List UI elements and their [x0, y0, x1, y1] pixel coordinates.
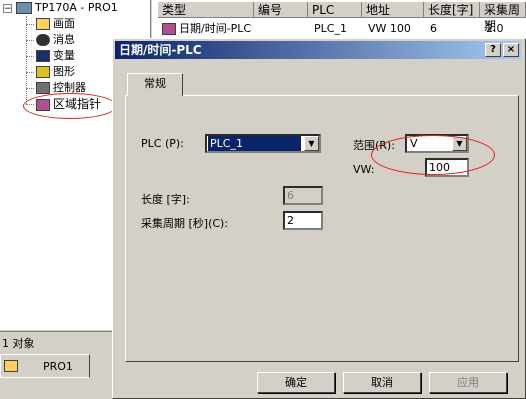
- annotation-ellipse: [371, 135, 495, 175]
- length-label: 长度 [字]:: [141, 193, 190, 206]
- tree-root[interactable]: TP170A - PRO1: [16, 0, 118, 16]
- apply-button[interactable]: 应用: [429, 372, 507, 393]
- col-header-length[interactable]: 长度[字]: [424, 2, 480, 18]
- period-label: 采集周期 [秒](C):: [141, 217, 229, 230]
- tree-item-graphics[interactable]: 图形: [36, 64, 75, 80]
- cell-plc[interactable]: PLC_1: [310, 21, 347, 37]
- tab-pro1[interactable]: PRO1: [0, 354, 90, 378]
- col-header-type[interactable]: 类型: [158, 2, 254, 18]
- ok-button[interactable]: 确定: [257, 372, 335, 393]
- col-header-period[interactable]: 采集周期: [480, 2, 526, 33]
- annotation-ellipse: [23, 93, 117, 119]
- cell-period[interactable]: 2.0: [482, 21, 504, 37]
- datetime-plc-dialog: 日期/时间-PLC ? × 常规 PLC (P): PLC_1 ▼ 范围(R):…: [112, 38, 526, 399]
- dialog-titlebar[interactable]: 日期/时间-PLC ? ×: [115, 41, 521, 59]
- project-icon: [4, 360, 18, 372]
- plc-select[interactable]: PLC_1 ▼: [205, 134, 321, 153]
- graphics-icon: [36, 66, 50, 78]
- close-button[interactable]: ×: [503, 43, 519, 57]
- tree-item-tags[interactable]: 变量: [36, 48, 75, 64]
- cell-length[interactable]: 6: [426, 21, 437, 37]
- cancel-button[interactable]: 取消: [343, 372, 421, 393]
- col-header-number[interactable]: 编号: [254, 2, 308, 18]
- message-icon: [36, 34, 50, 46]
- help-button[interactable]: ?: [485, 43, 501, 57]
- chevron-down-icon[interactable]: ▼: [304, 136, 319, 151]
- tab-general[interactable]: 常规: [127, 73, 183, 96]
- controller-icon: [36, 82, 50, 94]
- col-header-plc[interactable]: PLC: [308, 2, 362, 18]
- tree-connector: [26, 16, 27, 104]
- object-count: 1 对象: [2, 337, 35, 350]
- tree-item-screens[interactable]: 画面: [36, 16, 75, 32]
- tag-icon: [36, 50, 50, 62]
- area-pointer-icon: [162, 23, 176, 35]
- collapse-icon[interactable]: −: [3, 4, 12, 14]
- plc-select-value: PLC_1: [208, 136, 301, 151]
- col-header-address[interactable]: 地址: [362, 2, 424, 18]
- project-icon: [16, 2, 32, 14]
- cell-type[interactable]: 日期/时间-PLC: [158, 21, 251, 37]
- vw-label: VW:: [353, 163, 375, 176]
- period-input[interactable]: 2: [283, 211, 323, 230]
- plc-label: PLC (P):: [141, 137, 184, 150]
- cell-address[interactable]: VW 100: [364, 21, 411, 37]
- tree-item-messages[interactable]: 消息: [36, 32, 75, 48]
- screen-icon: [36, 18, 50, 30]
- dialog-title: 日期/时间-PLC: [119, 43, 202, 57]
- length-input: 6: [283, 186, 323, 205]
